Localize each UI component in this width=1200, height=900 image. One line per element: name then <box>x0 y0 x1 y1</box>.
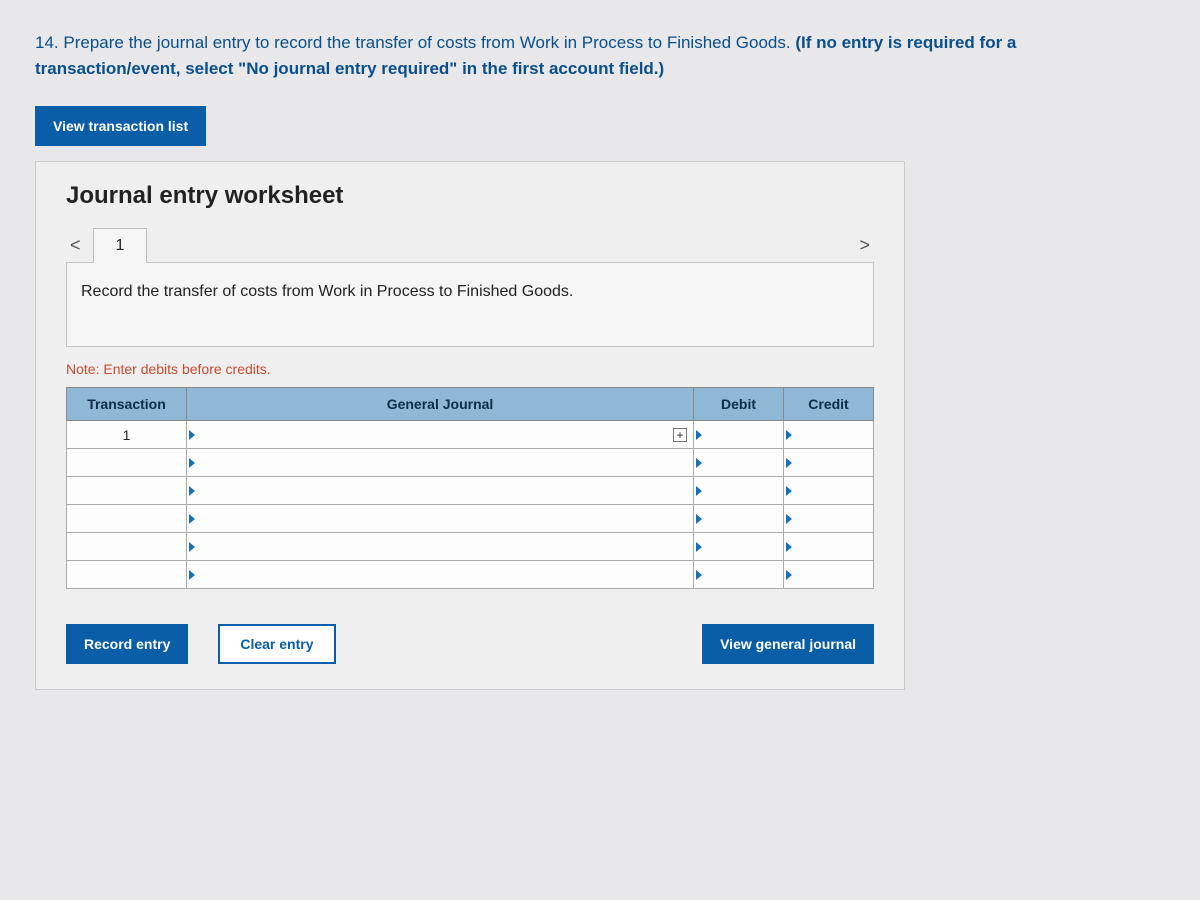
cell-transaction <box>67 561 187 589</box>
table-row <box>67 533 874 561</box>
cell-credit-input[interactable] <box>784 561 874 589</box>
button-row: Record entry Clear entry View general jo… <box>66 624 874 664</box>
cell-credit-input[interactable] <box>784 421 874 449</box>
question-number: 14. <box>35 33 59 52</box>
journal-worksheet: Journal entry worksheet < 1 > Record the… <box>35 161 905 690</box>
cell-debit-input[interactable] <box>694 449 784 477</box>
cell-transaction <box>67 505 187 533</box>
debits-note: Note: Enter debits before credits. <box>66 361 874 377</box>
journal-table: Transaction General Journal Debit Credit… <box>66 387 874 589</box>
cell-account-select[interactable] <box>187 477 694 505</box>
view-general-journal-button[interactable]: View general journal <box>702 624 874 664</box>
prev-arrow-icon[interactable]: < <box>66 231 85 260</box>
th-credit: Credit <box>784 388 874 421</box>
cell-transaction <box>67 533 187 561</box>
cell-debit-input[interactable] <box>694 505 784 533</box>
view-transaction-list-button[interactable]: View transaction list <box>35 106 206 146</box>
question-body: Prepare the journal entry to record the … <box>63 33 795 52</box>
table-row <box>67 477 874 505</box>
cell-credit-input[interactable] <box>784 533 874 561</box>
table-row <box>67 449 874 477</box>
cell-account-select[interactable] <box>187 533 694 561</box>
add-line-icon[interactable]: + <box>673 428 687 442</box>
question-text: 14. Prepare the journal entry to record … <box>35 30 1165 81</box>
table-row <box>67 561 874 589</box>
next-arrow-icon[interactable]: > <box>855 231 874 260</box>
tab-row: < 1 > <box>66 228 874 263</box>
table-row <box>67 505 874 533</box>
cell-transaction <box>67 449 187 477</box>
cell-credit-input[interactable] <box>784 477 874 505</box>
th-transaction: Transaction <box>67 388 187 421</box>
cell-account-select[interactable]: + <box>187 421 694 449</box>
cell-account-select[interactable] <box>187 449 694 477</box>
cell-account-select[interactable] <box>187 505 694 533</box>
cell-debit-input[interactable] <box>694 561 784 589</box>
cell-transaction: 1 <box>67 421 187 449</box>
cell-credit-input[interactable] <box>784 449 874 477</box>
cell-account-select[interactable] <box>187 561 694 589</box>
cell-debit-input[interactable] <box>694 533 784 561</box>
cell-transaction <box>67 477 187 505</box>
transaction-prompt: Record the transfer of costs from Work i… <box>66 262 874 347</box>
th-debit: Debit <box>694 388 784 421</box>
clear-entry-button[interactable]: Clear entry <box>218 624 335 664</box>
record-entry-button[interactable]: Record entry <box>66 624 188 664</box>
tab-1[interactable]: 1 <box>93 228 148 263</box>
cell-debit-input[interactable] <box>694 477 784 505</box>
worksheet-title: Journal entry worksheet <box>66 182 874 210</box>
cell-debit-input[interactable] <box>694 421 784 449</box>
th-general-journal: General Journal <box>187 388 694 421</box>
cell-credit-input[interactable] <box>784 505 874 533</box>
table-row: 1 + <box>67 421 874 449</box>
